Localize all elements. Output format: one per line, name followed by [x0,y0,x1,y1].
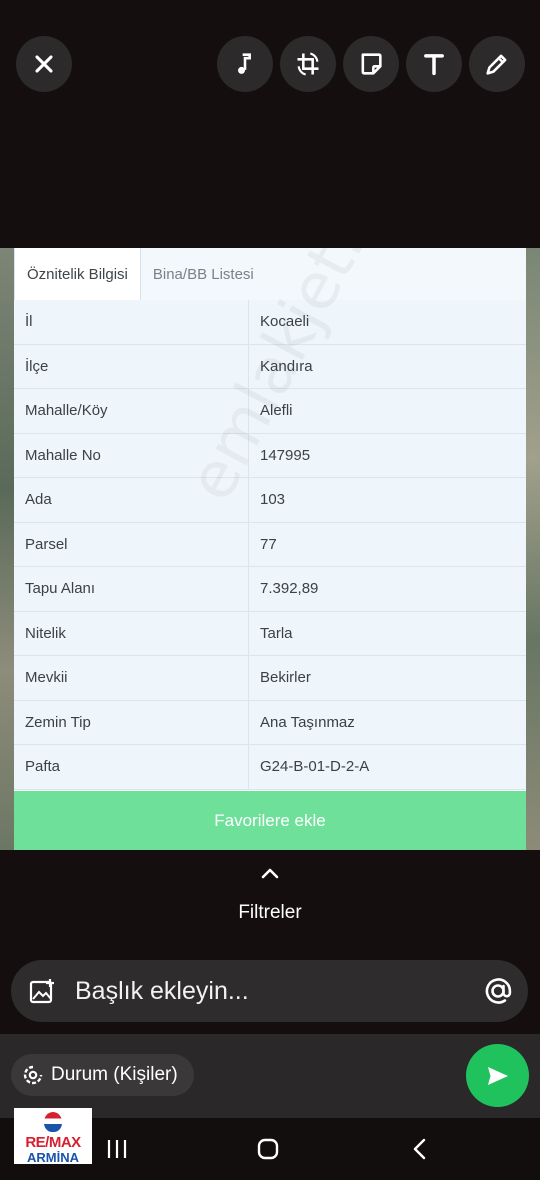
crop-rotate-icon [297,52,319,76]
row-value: 77 [249,522,526,566]
balloon-icon [44,1112,62,1132]
status-audience-button[interactable]: Durum (Kişiler) [11,1054,194,1096]
row-value: Kocaeli [249,300,526,344]
table-row: Ada 103 [14,478,526,523]
home-button[interactable] [248,1134,288,1164]
music-button[interactable] [217,36,273,92]
info-tabs: Öznitelik Bilgisi Bina/BB Listesi [14,248,526,301]
row-key: Zemin Tip [14,700,249,744]
crop-rotate-button[interactable] [280,36,336,92]
filters-label[interactable]: Filtreler [0,902,540,924]
table-row: Zemin Tip Ana Taşınmaz [14,700,526,745]
parcel-info-panel: Öznitelik Bilgisi Bina/BB Listesi İl Koca… [14,248,526,850]
status-label: Durum (Kişiler) [51,1064,178,1085]
chevron-up-icon[interactable] [256,862,284,884]
table-row: Mahalle No 147995 [14,433,526,478]
text-tool-button[interactable] [406,36,462,92]
row-key: Ada [14,478,249,522]
logo-brand: RE/MAX [25,1134,81,1151]
draw-button[interactable] [469,36,525,92]
row-value: 103 [249,478,526,522]
row-key: Pafta [14,745,249,789]
table-row: İl Kocaeli [14,300,526,345]
remax-logo: RE/MAX ARMİNA [14,1108,92,1165]
logo-sub: ARMİNA [27,1150,79,1165]
attribute-table: İl Kocaeli İlçe Kandıra Mahalle/Köy Alefli … [14,300,526,790]
row-key: Parsel [14,522,249,566]
recent-apps-button[interactable] [97,1134,137,1164]
back-icon [413,1138,426,1160]
add-image-icon[interactable] [29,978,55,1004]
recent-apps-icon [107,1140,127,1158]
row-value: Bekirler [249,656,526,700]
row-key: Tapu Alanı [14,567,249,611]
sticker-button[interactable] [343,36,399,92]
send-bar: Durum (Kişiler) [0,1034,540,1118]
tab-attribute-info[interactable]: Öznitelik Bilgisi [14,248,141,300]
caption-placeholder: Başlık ekleyin... [75,976,249,1005]
row-value: 147995 [249,433,526,477]
row-key: İl [14,300,249,344]
row-value: 7.392,89 [249,567,526,611]
row-key: Mahalle/Köy [14,389,249,433]
close-button[interactable] [16,36,72,92]
row-value: Tarla [249,611,526,655]
text-tool-icon [424,54,444,76]
music-note-icon [238,53,251,74]
table-row: Mahalle/Köy Alefli [14,389,526,434]
sticker-icon [361,53,382,75]
table-row: Tapu Alanı 7.392,89 [14,567,526,612]
table-row: İlçe Kandıra [14,344,526,389]
table-row: Nitelik Tarla [14,611,526,656]
add-favorites-button[interactable]: Favorilere ekle [14,791,526,850]
row-value: Alefli [249,389,526,433]
tab-building-list[interactable]: Bina/BB Listesi [141,248,266,300]
pencil-icon [486,54,507,75]
send-icon [487,1066,508,1085]
editor-toolbar [0,0,540,248]
row-value: G24-B-01-D-2-A [249,745,526,789]
close-icon [35,55,53,73]
row-key: Nitelik [14,611,249,655]
map-background-right [526,248,540,850]
row-key: Mahalle No [14,433,249,477]
home-icon [257,1138,279,1160]
row-value: Ana Taşınmaz [249,700,526,744]
row-value: Kandıra [249,344,526,388]
table-row: Mevkii Bekirler [14,656,526,701]
row-key: İlçe [14,344,249,388]
map-background-left [0,248,14,850]
back-button[interactable] [400,1134,440,1164]
mention-icon[interactable] [482,975,514,1007]
caption-input[interactable]: Başlık ekleyin... [11,960,528,1022]
table-row: Parsel 77 [14,522,526,567]
table-row: Pafta G24-B-01-D-2-A [14,745,526,790]
send-button[interactable] [466,1044,529,1107]
row-key: Mevkii [14,656,249,700]
attached-screenshot: Öznitelik Bilgisi Bina/BB Listesi İl Koca… [0,248,540,850]
status-icon [23,1065,43,1085]
